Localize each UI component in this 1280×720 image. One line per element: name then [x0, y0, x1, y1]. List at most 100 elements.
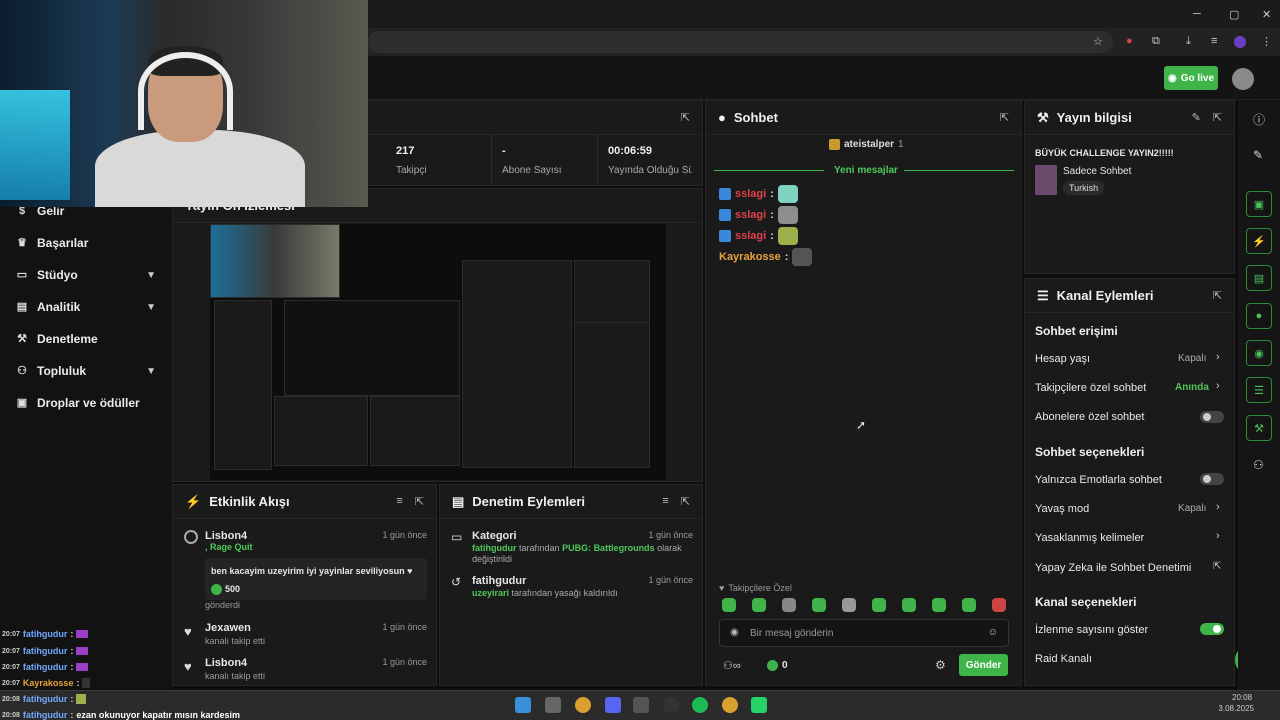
pinned-bar[interactable]: ateistalper 1 [829, 139, 904, 150]
external-link-icon[interactable]: ⇱ [1213, 561, 1221, 572]
info-icon[interactable]: ⓘ [1253, 111, 1265, 128]
sliders-icon[interactable]: ☰ [1246, 377, 1272, 403]
discord-icon[interactable] [605, 697, 621, 713]
emote-icon[interactable] [962, 598, 976, 612]
studio-icon: ▭ [16, 269, 28, 281]
show-viewers-toggle[interactable] [1200, 623, 1224, 635]
maximize-icon[interactable]: ▢ [1229, 8, 1239, 21]
wrench-icon: ⚒ [1037, 109, 1049, 125]
popout-icon[interactable]: ⇱ [415, 495, 424, 508]
chevron-right-icon[interactable]: › [1216, 380, 1220, 392]
sidebar-item-droplar[interactable]: ▣ Droplar ve ödüller [16, 396, 156, 410]
emote-icon [76, 630, 89, 638]
new-messages-label: Yeni mesajlar [834, 165, 898, 176]
emote-icon[interactable] [872, 598, 886, 612]
clip-icon[interactable]: ▣ [1246, 191, 1272, 217]
chat-mode-label: Takipçilere Özel [728, 583, 792, 593]
filter-icon[interactable]: ≡ [396, 495, 402, 508]
address-bar[interactable] [368, 31, 1113, 53]
profile-icon[interactable] [1234, 36, 1246, 48]
emote-icon[interactable] [992, 598, 1006, 612]
sidebar-item-basarilar[interactable]: ♛ Başarılar [16, 236, 156, 250]
emote-icon[interactable] [782, 598, 796, 612]
popout-icon[interactable]: ⇱ [1213, 111, 1222, 124]
slow-mode-label[interactable]: Yavaş mod [1035, 503, 1089, 515]
filter-icon[interactable]: ≡ [662, 495, 668, 508]
start-icon[interactable] [515, 697, 531, 713]
pencil-icon[interactable]: ✎ [1253, 148, 1263, 162]
chat-message[interactable]: sslagi: [719, 206, 798, 224]
banned-words-label[interactable]: Yasaklanmış kelimeler [1035, 532, 1144, 544]
emoji-icon[interactable]: ☺ [988, 627, 998, 638]
emote-icon[interactable] [722, 598, 736, 612]
emote-only-toggle[interactable] [1200, 473, 1224, 485]
sidebar-item-topluluk[interactable]: ⚇ Topluluk ▼ [16, 364, 156, 378]
preview-modlog [370, 396, 460, 466]
chat-bubble-icon[interactable]: ● [1246, 303, 1272, 329]
stream-preview-video[interactable] [210, 224, 666, 480]
chat-message[interactable]: sslagi: [719, 185, 798, 203]
popout-icon[interactable]: ⇱ [1000, 111, 1009, 124]
minimize-icon[interactable]: ─ [1193, 8, 1201, 20]
chevron-right-icon[interactable]: › [1216, 501, 1220, 513]
crown-icon [829, 139, 840, 150]
document-icon[interactable]: ▤ [1246, 265, 1272, 291]
emote-icon[interactable] [932, 598, 946, 612]
preview-sidebar [214, 300, 272, 470]
webcam-person-body [95, 130, 305, 207]
taskview-icon[interactable] [545, 697, 561, 713]
emote-icon [777, 206, 798, 224]
bookmark-star-icon[interactable]: ☆ [1093, 35, 1103, 48]
ai-moderation-label[interactable]: Yapay Zeka ile Sohbet Denetimi [1035, 562, 1191, 574]
bolt-icon[interactable]: ⚡ [1246, 228, 1272, 254]
extensions-puzzle-icon[interactable]: ⧉ [1152, 35, 1160, 48]
popout-icon[interactable]: ⇱ [681, 495, 690, 508]
users-icon[interactable]: ⚇∞ [723, 659, 741, 672]
close-icon[interactable]: ✕ [1262, 8, 1271, 21]
chrome-icon[interactable] [575, 697, 591, 713]
send-button[interactable]: Gönder [959, 654, 1008, 676]
avatar[interactable] [1232, 68, 1254, 90]
sidebar-item-analitik[interactable]: ▤ Analitik ▼ [16, 300, 156, 314]
whatsapp-icon[interactable] [751, 697, 767, 713]
subs-only-toggle[interactable] [1200, 411, 1224, 423]
extension-icon[interactable]: ● [1126, 35, 1133, 47]
stream-info-title: Yayın bilgisi [1056, 110, 1132, 125]
modlog-actor: fatihgudur [472, 543, 517, 553]
wrench-icon[interactable]: ⚒ [1246, 415, 1272, 441]
chevron-right-icon[interactable]: › [1216, 530, 1220, 542]
chevron-right-icon[interactable]: › [1216, 351, 1220, 363]
modlog-title: Denetim Eylemleri [472, 494, 586, 509]
raid-label[interactable]: Raid Kanalı [1035, 653, 1092, 665]
emote-icon[interactable] [812, 598, 826, 612]
obs-icon[interactable] [663, 697, 679, 713]
download-icon[interactable]: ⤓ [1186, 35, 1191, 48]
media-icon[interactable]: ≡ [1211, 35, 1217, 47]
users-icon[interactable]: ⚇ [1253, 458, 1264, 472]
menu-dots-icon[interactable]: ⋮ [1261, 35, 1272, 48]
emote-icon[interactable] [752, 598, 766, 612]
sidebar-item-denetleme[interactable]: ⚒ Denetleme [16, 332, 156, 346]
followers-only-label[interactable]: Takipçilere özel sohbet [1035, 382, 1146, 394]
sidebar-item-studyo[interactable]: ▭ Stüdyo ▼ [16, 268, 156, 282]
chat-message[interactable]: Kayrakosse: [719, 248, 813, 266]
account-age-label[interactable]: Hesap yaşı [1035, 353, 1090, 365]
sidebar-item-label: Topluluk [37, 364, 87, 378]
chat-input[interactable]: ◉ Bir mesaj gönderin ☺ [719, 619, 1009, 647]
go-live-button[interactable]: ◉ Go live [1164, 66, 1218, 90]
chrome-icon[interactable] [722, 697, 738, 713]
emote-icon[interactable] [902, 598, 916, 612]
chat-message[interactable]: sslagi: [719, 227, 798, 245]
category-thumbnail [1035, 165, 1057, 195]
broadcast-icon[interactable]: ◉ [1246, 340, 1272, 366]
popout-icon[interactable]: ⇱ [681, 111, 690, 124]
subs-label: Abone Sayısı [502, 165, 562, 176]
app-icon[interactable] [633, 697, 649, 713]
preview-nested [284, 300, 460, 396]
gear-icon[interactable]: ⚙ [935, 658, 946, 672]
pencil-icon[interactable]: ✎ [1192, 111, 1201, 124]
spotify-icon[interactable] [692, 697, 708, 713]
followers-label: Takipçi [396, 165, 427, 176]
popout-icon[interactable]: ⇱ [1213, 289, 1222, 302]
emote-icon[interactable] [842, 598, 856, 612]
